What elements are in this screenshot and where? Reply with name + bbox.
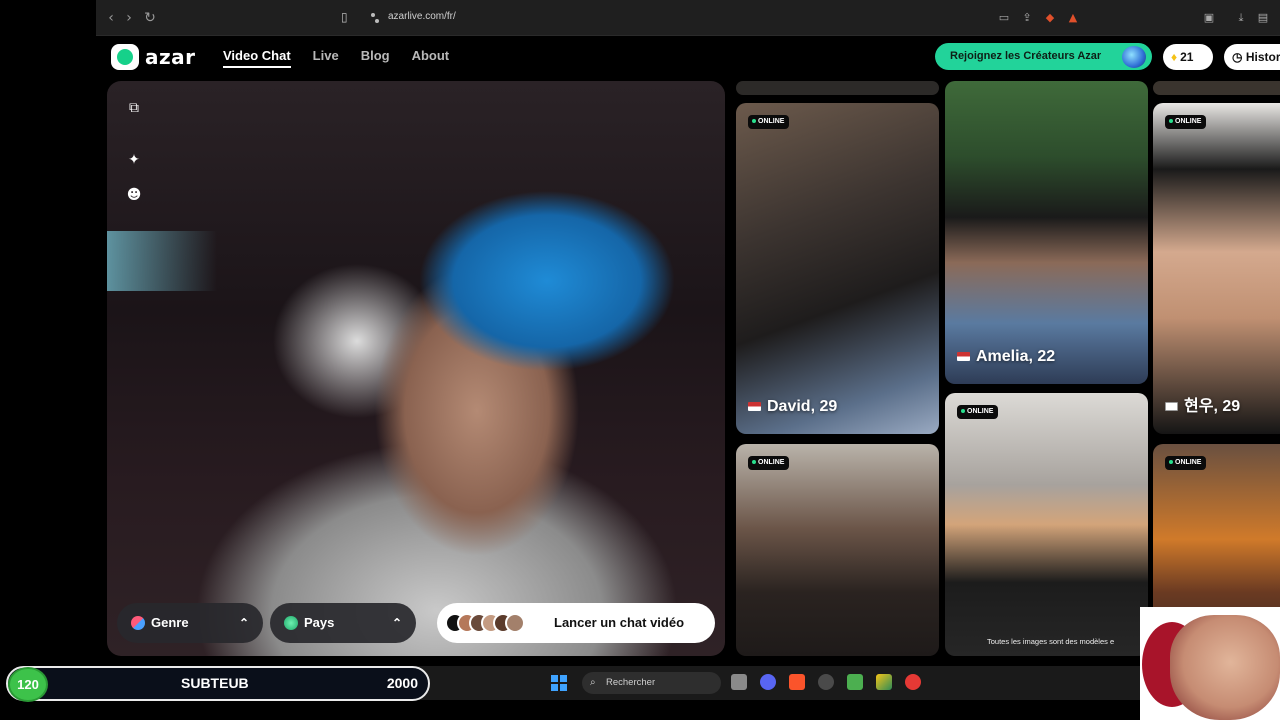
download-icon[interactable]: ⤓ [1234,11,1248,25]
logo-text: azar [145,45,196,69]
join-creators-label: Rejoignez les Créateurs Azar [950,50,1102,62]
nav-links: Video Chat Live Blog About [223,48,449,68]
profile-card[interactable]: ONLINE Toutes les images sont des modèle… [945,393,1148,656]
avatar [505,613,525,633]
video-controls: Genre ⌃ Pays ⌃ Lancer un chat vidéo [107,603,717,645]
nav-about[interactable]: About [412,48,450,68]
join-creators-button[interactable]: Rejoignez les Créateurs Azar [935,43,1152,70]
us-flag-icon [957,352,970,362]
kr-flag-icon [1165,402,1178,412]
reload-icon[interactable]: ↻ [141,9,159,27]
streamer-facecam [1140,607,1280,720]
face-filter-icon[interactable]: ☻ [125,186,143,204]
obs-icon[interactable] [818,674,834,690]
cast-icon[interactable]: ▭ [997,11,1011,25]
profile-card[interactable]: ONLINE [736,444,939,656]
app-icon[interactable] [847,674,863,690]
share-icon[interactable]: ⇪ [1020,11,1034,25]
online-badge: ONLINE [1165,456,1207,470]
brave-icon[interactable] [789,674,805,690]
site-settings-icon[interactable] [368,11,382,25]
window-light [107,231,217,291]
forward-icon[interactable]: › [120,9,138,27]
nav-blog[interactable]: Blog [361,48,390,68]
effects-sparkle-icon[interactable]: ✦ [125,151,143,169]
sub-goal-target: 2000 [386,675,418,691]
gem-icon: ♦ [1171,50,1178,64]
online-badge: ONLINE [1165,115,1207,129]
us-flag-icon [748,402,761,412]
app-icon[interactable] [876,674,892,690]
browser-toolbar: ‹ › ↻ ▯ azarlive.com/fr/ ▭ ⇪ ◆ ▲ ▣ ⤓ ▤ [96,0,1280,36]
sub-count: 120 [8,667,48,702]
globe-icon [284,616,298,630]
brave-shield-icon[interactable]: ◆ [1043,11,1057,25]
chevron-up-icon: ⌃ [238,616,249,630]
webcam-video: ⧉ ✦ ☻ [107,81,725,656]
history-label: Histor [1245,50,1280,64]
search-placeholder: Rechercher [606,677,656,688]
azar-logo[interactable]: azar [111,44,196,70]
bookmark-icon[interactable]: ▯ [341,10,357,26]
fullscreen-icon[interactable]: ⧉ [125,99,143,117]
azar-logo-icon [111,44,139,70]
sub-goal-label: SUBTEUB [181,675,249,691]
profile-card-partial [736,81,939,95]
windows-start-icon[interactable] [551,675,567,691]
search-icon: ⌕ [590,677,596,688]
creator-orb-icon [1122,46,1146,68]
top-nav: azar Video Chat Live Blog About Rejoigne… [96,36,1280,78]
genre-selector[interactable]: Genre ⌃ [117,603,263,643]
online-badge: ONLINE [748,115,790,129]
sub-goal-bar: 120 SUBTEUB 2000 [6,666,430,702]
gems-count: 21 [1180,50,1194,64]
launch-label: Lancer un chat vidéo [554,615,685,630]
task-view-icon[interactable] [731,674,747,690]
youtube-icon[interactable] [905,674,921,690]
url-text: azarlive.com/fr/ [388,11,456,22]
profile-name: David, 29 [748,398,837,416]
genre-label: Genre [151,615,189,630]
discord-icon[interactable] [760,674,776,690]
chevron-up-icon: ⌃ [391,616,402,630]
profile-card[interactable]: ONLINE 현우, 29 [1153,103,1280,434]
profile-name: 현우, 29 [1165,392,1240,416]
back-icon[interactable]: ‹ [102,9,120,27]
avatar-stack [445,613,525,633]
pays-label: Pays [304,615,335,630]
taskbar-search[interactable]: ⌕ Rechercher [582,672,721,694]
profile-name: Amelia, 22 [957,348,1055,366]
history-button[interactable]: ◷ Histor [1224,44,1280,70]
nav-live[interactable]: Live [313,48,339,68]
gender-icon [131,616,145,630]
screen: ‹ › ↻ ▯ azarlive.com/fr/ ▭ ⇪ ◆ ▲ ▣ ⤓ ▤ a… [0,0,1280,720]
profile-card-partial [1153,81,1280,95]
facecam-face [1170,615,1280,720]
launch-video-chat-button[interactable]: Lancer un chat vidéo [437,603,715,643]
address-bar[interactable]: azarlive.com/fr/ [366,8,986,28]
profile-card[interactable]: Amelia, 22 [945,81,1148,384]
azar-page: azar Video Chat Live Blog About Rejoigne… [96,36,1280,660]
wallet-icon[interactable]: ▤ [1256,11,1270,25]
nav-video-chat[interactable]: Video Chat [223,48,291,68]
gems-button[interactable]: ♦ 21 [1163,44,1213,70]
online-badge: ONLINE [957,405,999,419]
sidebar-icon[interactable]: ▣ [1202,11,1216,25]
online-badge: ONLINE [748,456,790,470]
disclaimer-text: Toutes les images sont des modèles e [987,637,1115,646]
profile-card[interactable]: ONLINE David, 29 [736,103,939,434]
brave-rewards-icon[interactable]: ▲ [1066,11,1080,25]
country-selector[interactable]: Pays ⌃ [270,603,416,643]
clock-icon: ◷ [1232,50,1246,64]
